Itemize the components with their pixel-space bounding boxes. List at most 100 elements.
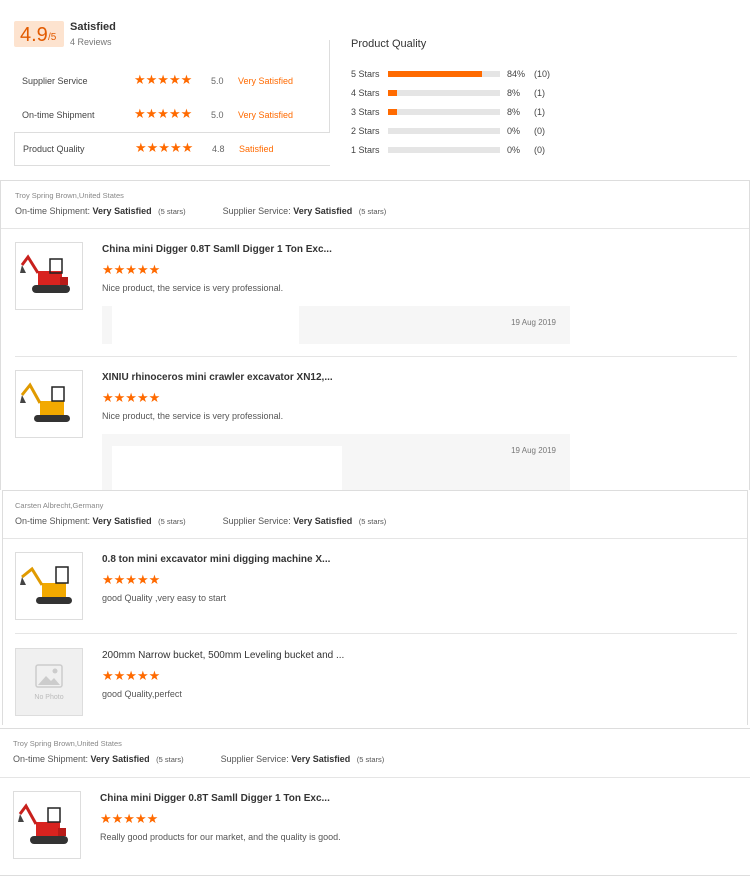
summary-divider: [329, 40, 330, 132]
supplier-value: Very Satisfied: [291, 754, 351, 764]
product-title-link[interactable]: China mini Digger 0.8T Samll Digger 1 To…: [100, 793, 330, 804]
category-row-ontime-shipment[interactable]: On-time Shipment ★★★★★ 5.0 Very Satisfie…: [14, 99, 330, 133]
supplier-stars: (5 stars): [358, 517, 387, 526]
category-rating-word: Very Satisfied: [238, 110, 294, 120]
category-ratings: Supplier Service ★★★★★ 5.0 Very Satisfie…: [14, 65, 330, 166]
distribution-bar: [388, 109, 500, 115]
category-score: 5.0: [211, 110, 224, 120]
reviewer-name: Carsten Albrecht,Germany: [15, 501, 104, 510]
no-photo-thumbnail: No Photo: [15, 648, 83, 716]
product-thumbnail[interactable]: [13, 791, 81, 859]
no-photo-label: No Photo: [34, 694, 64, 701]
ontime-value: Very Satisfied: [92, 516, 152, 526]
distribution-percent: 0%: [507, 145, 521, 155]
distribution-bar: [388, 71, 500, 77]
review-block: Carsten Albrecht,Germany On-time Shipmen…: [2, 490, 748, 725]
star-rating-icon: ★★★★★: [135, 140, 194, 155]
distribution-bar-fill: [388, 71, 483, 77]
distribution-count: (1): [534, 107, 545, 117]
yellow-excavator-icon: [20, 382, 70, 422]
review-comment: good Quality ,very easy to start: [102, 593, 227, 603]
ontime-value: Very Satisfied: [90, 754, 150, 764]
product-title-link[interactable]: XINIU rhinoceros mini crawler excavator …: [102, 372, 333, 383]
star-rating-icon: ★★★★★: [102, 668, 161, 683]
overall-rating-word: Satisfied: [70, 21, 116, 33]
supplier-label: Supplier Service:: [222, 516, 291, 526]
category-row-product-quality[interactable]: Product Quality ★★★★★ 4.8 Satisfied: [14, 132, 330, 166]
review-item: No Photo 200mm Narrow bucket, 500mm Leve…: [15, 648, 735, 718]
ontime-value: Very Satisfied: [92, 206, 152, 216]
distribution-row-2: 2 Stars 0% (0): [351, 125, 611, 139]
category-score: 5.0: [211, 76, 224, 86]
category-label: On-time Shipment: [22, 110, 95, 120]
ontime-label: On-time Shipment:: [13, 754, 89, 764]
star-rating-icon: ★★★★★: [100, 811, 159, 826]
distribution-label: 1 Stars: [351, 145, 380, 155]
supplier-reply: 19 Aug 2019: [102, 434, 570, 492]
star-rating-icon: ★★★★★: [102, 572, 161, 587]
supplier-label: Supplier Service:: [222, 206, 291, 216]
distribution-label: 5 Stars: [351, 69, 380, 79]
supplier-stars: (5 stars): [358, 207, 387, 216]
reply-date: 19 Aug 2019: [511, 318, 556, 327]
divider: [0, 777, 750, 778]
distribution-row-1: 1 Stars 0% (0): [351, 144, 611, 158]
review-sub-ratings: On-time Shipment: Very Satisfied (5 star…: [13, 754, 384, 764]
distribution-bar-fill: [388, 109, 397, 115]
overall-score-badge: 4.9 /5: [14, 21, 64, 47]
category-row-supplier-service[interactable]: Supplier Service ★★★★★ 5.0 Very Satisfie…: [14, 65, 330, 99]
review-item: XINIU rhinoceros mini crawler excavator …: [15, 370, 735, 492]
image-placeholder-icon: [35, 664, 63, 688]
review-block: Troy Spring Brown,United States On-time …: [0, 180, 750, 492]
red-excavator-icon: [18, 803, 68, 844]
category-label: Supplier Service: [22, 76, 88, 86]
category-score: 4.8: [212, 144, 225, 154]
distribution-label: 4 Stars: [351, 88, 380, 98]
reviewer-name: Troy Spring Brown,United States: [13, 739, 122, 748]
ontime-stars: (5 stars): [158, 207, 186, 216]
distribution-percent: 8%: [507, 107, 521, 117]
review-comment: Really good products for our market, and…: [100, 832, 341, 842]
distribution-percent: 0%: [507, 126, 521, 136]
distribution-row-4: 4 Stars 8% (1): [351, 87, 611, 101]
star-rating-icon: ★★★★★: [134, 72, 193, 87]
distribution-bar: [388, 147, 500, 153]
review-item: China mini Digger 0.8T Samll Digger 1 To…: [13, 791, 733, 861]
review-block: Troy Spring Brown,United States On-time …: [0, 728, 750, 876]
distribution-percent: 8%: [507, 88, 521, 98]
distribution-bar: [388, 90, 500, 96]
star-rating-icon: ★★★★★: [102, 262, 161, 277]
product-thumbnail[interactable]: [15, 370, 83, 438]
divider: [3, 538, 747, 539]
ontime-stars: (5 stars): [158, 517, 186, 526]
reply-date: 19 Aug 2019: [511, 446, 556, 455]
supplier-value: Very Satisfied: [293, 206, 353, 216]
supplier-label: Supplier Service:: [220, 754, 289, 764]
distribution-count: (1): [534, 88, 545, 98]
review-comment: good Quality,perfect: [102, 689, 182, 699]
category-rating-word: Satisfied: [239, 144, 274, 154]
review-item: 0.8 ton mini excavator mini digging mach…: [15, 552, 735, 622]
ontime-label: On-time Shipment:: [15, 206, 91, 216]
category-label: Product Quality: [23, 144, 85, 154]
yellow-excavator-icon: [20, 566, 72, 604]
distribution-row-5: 5 Stars 84% (10): [351, 68, 611, 82]
product-title-link[interactable]: China mini Digger 0.8T Samll Digger 1 To…: [102, 244, 332, 255]
product-title-link[interactable]: 0.8 ton mini excavator mini digging mach…: [102, 554, 330, 565]
reviewer-name: Troy Spring Brown,United States: [15, 191, 124, 200]
divider: [15, 633, 737, 634]
supplier-stars: (5 stars): [356, 755, 385, 764]
product-title-link[interactable]: 200mm Narrow bucket, 500mm Leveling buck…: [102, 650, 344, 661]
product-thumbnail[interactable]: [15, 242, 83, 310]
divider: [1, 228, 749, 229]
supplier-value: Very Satisfied: [293, 516, 353, 526]
divider: [15, 356, 737, 357]
star-rating-icon: ★★★★★: [134, 106, 193, 121]
distribution-title: Product Quality: [351, 38, 427, 50]
product-thumbnail[interactable]: [15, 552, 83, 620]
distribution-label: 3 Stars: [351, 107, 380, 117]
star-rating-icon: ★★★★★: [102, 390, 161, 405]
ontime-stars: (5 stars): [156, 755, 184, 764]
distribution-row-3: 3 Stars 8% (1): [351, 106, 611, 120]
review-comment: Nice product, the service is very profes…: [102, 411, 284, 421]
